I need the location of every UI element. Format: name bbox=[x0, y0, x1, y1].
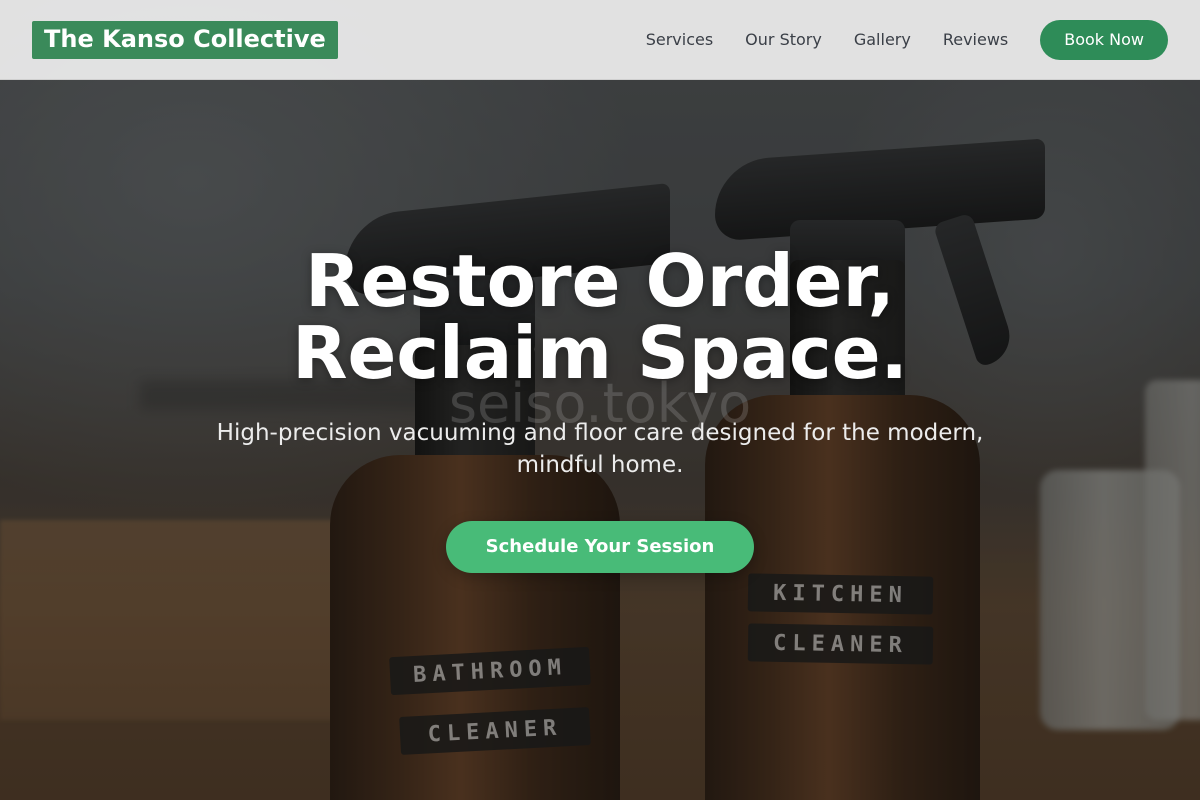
nav-links: Services Our Story Gallery Reviews Book … bbox=[646, 19, 1168, 60]
schedule-session-button[interactable]: Schedule Your Session bbox=[445, 521, 755, 573]
brand-logo[interactable]: The Kanso Collective bbox=[32, 20, 338, 59]
hero-title: Restore Order, Reclaim Space. bbox=[0, 245, 1200, 389]
nav-link-our-story[interactable]: Our Story bbox=[745, 30, 822, 49]
nav-link-gallery[interactable]: Gallery bbox=[854, 30, 911, 49]
hero-subtitle: High-precision vacuuming and floor care … bbox=[216, 420, 984, 478]
top-navbar: The Kanso Collective Services Our Story … bbox=[0, 0, 1200, 80]
nav-link-services[interactable]: Services bbox=[646, 30, 713, 49]
hero-content: Restore Order, Reclaim Space. High-preci… bbox=[0, 245, 1200, 573]
hero-title-line: Reclaim Space. bbox=[292, 311, 908, 395]
landing-page: BATHROOM CLEANER KITCHEN CLEANER seiso.t… bbox=[0, 0, 1200, 800]
book-now-button[interactable]: Book Now bbox=[1040, 19, 1168, 60]
nav-link-reviews[interactable]: Reviews bbox=[943, 30, 1008, 49]
